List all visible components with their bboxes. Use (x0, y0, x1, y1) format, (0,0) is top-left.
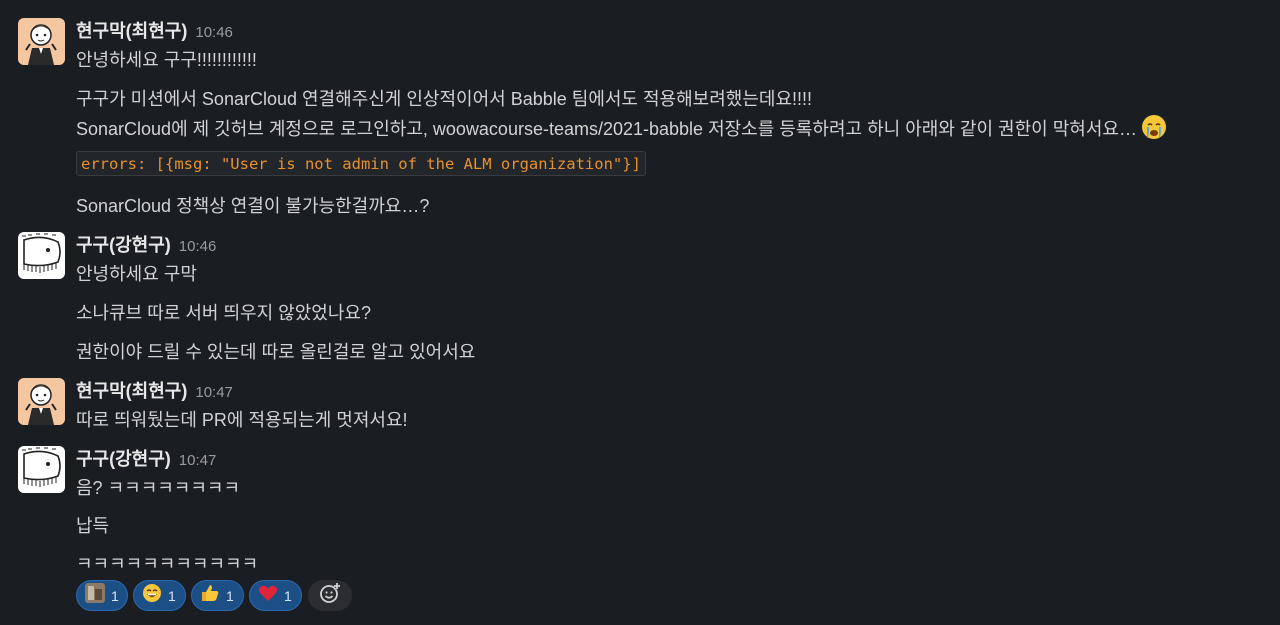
reaction-pill[interactable]: 1 (191, 580, 244, 611)
reaction-pill[interactable]: 1 (249, 580, 302, 611)
reaction-pill[interactable]: 1 (76, 580, 128, 611)
author-name[interactable]: 구구(강현구) (76, 449, 171, 469)
message-text: SonarCloud에 제 깃허브 계정으로 로그인하고, woowacours… (76, 114, 1167, 145)
message-text: 안녕하세요 구구!!!!!!!!!!!! (76, 50, 257, 70)
add-reaction-icon (318, 581, 342, 610)
red-heart-emoji (258, 583, 278, 608)
avatar[interactable] (18, 378, 65, 425)
message-text: 납득 (76, 516, 110, 536)
grinning-face-emoji (142, 583, 162, 608)
reaction-count: 1 (226, 587, 234, 604)
message-text: 따로 띄워뒀는데 PR에 적용되는게 멋져서요! (76, 410, 408, 430)
message-text: 구구가 미션에서 SonarCloud 연결해주신게 인상적이어서 Babble… (76, 89, 813, 109)
avatar[interactable] (18, 446, 65, 493)
thumbs-up-emoji (200, 583, 220, 608)
message-text-span: SonarCloud에 제 깃허브 계정으로 로그인하고, woowacours… (76, 119, 1137, 139)
message-text: 안녕하세요 구막 (76, 264, 197, 284)
reaction-count: 1 (168, 587, 176, 604)
timestamp[interactable]: 10:47 (195, 384, 233, 401)
avatar[interactable] (18, 18, 65, 65)
timestamp[interactable]: 10:46 (195, 24, 233, 41)
message-text: 음? ㅋㅋㅋㅋㅋㅋㅋㅋ (76, 478, 241, 498)
reaction-count: 1 (111, 587, 119, 604)
message-text: ㅋㅋㅋㅋㅋㅋㅋㅋㅋㅋㅋ (76, 554, 259, 570)
crying-face-emoji (1141, 114, 1167, 145)
code-snippet: errors: [{msg: "User is not admin of the… (76, 151, 646, 176)
author-name[interactable]: 현구막(최현구) (76, 381, 187, 401)
message-text: 권한이야 드릴 수 있는데 따로 올린걸로 알고 있어서요 (76, 342, 476, 362)
reaction-count: 1 (284, 587, 292, 604)
message-text: SonarCloud 정책상 연결이 불가능한걸까요…? (76, 196, 430, 216)
add-reaction-button[interactable] (308, 580, 352, 611)
author-name[interactable]: 현구막(최현구) (76, 21, 187, 41)
reaction-pill[interactable]: 1 (133, 580, 186, 611)
avatar[interactable] (18, 232, 65, 279)
timestamp[interactable]: 10:46 (179, 238, 217, 255)
message-text: 소나큐브 따로 서버 띄우지 않았었나요? (76, 303, 371, 323)
timestamp[interactable]: 10:47 (179, 452, 217, 469)
author-name[interactable]: 구구(강현구) (76, 235, 171, 255)
custom-photo-emoji (85, 583, 105, 608)
